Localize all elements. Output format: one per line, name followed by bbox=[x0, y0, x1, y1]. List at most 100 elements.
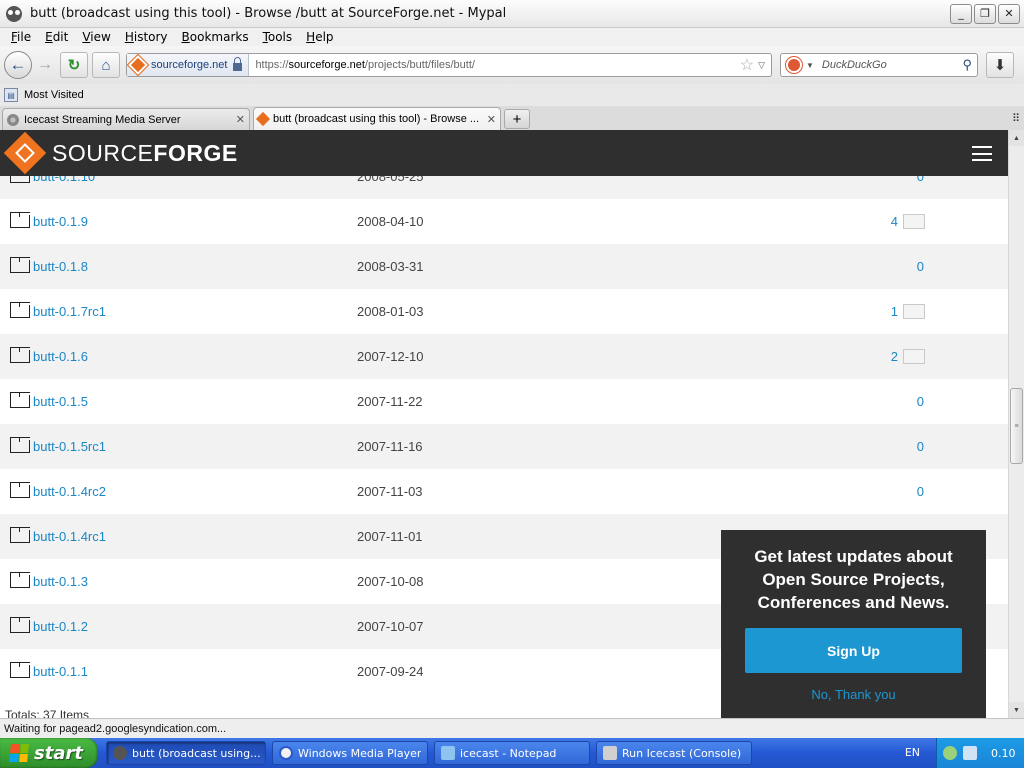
folder-link[interactable]: butt-0.1.3 bbox=[33, 574, 88, 589]
folder-link[interactable]: butt-0.1.6 bbox=[33, 349, 88, 364]
download-count[interactable]: 0 bbox=[917, 259, 924, 274]
menu-help[interactable]: Help bbox=[299, 30, 340, 44]
folder-date: 2007-11-01 bbox=[357, 529, 423, 544]
back-button[interactable]: ← bbox=[4, 51, 32, 79]
folder-link[interactable]: butt-0.1.4rc1 bbox=[33, 529, 106, 544]
identity-label: sourceforge.net bbox=[151, 59, 228, 71]
scroll-down-icon[interactable]: ▼ bbox=[1009, 702, 1024, 718]
url-scheme: https:// bbox=[255, 59, 289, 71]
folder-icon bbox=[10, 257, 30, 273]
url-bar[interactable]: sourceforge.net https://sourceforge.net/… bbox=[126, 53, 772, 77]
search-bar[interactable]: ▼ DuckDuckGo ⚲ bbox=[780, 53, 978, 77]
scrollbar-thumb[interactable]: ≡ bbox=[1010, 388, 1023, 464]
no-thank-you-link[interactable]: No, Thank you bbox=[721, 687, 986, 702]
minimize-button[interactable]: _ bbox=[950, 3, 972, 24]
new-tab-button[interactable]: + bbox=[504, 109, 530, 129]
tab-butt-sourceforge[interactable]: butt (broadcast using this tool) - Brows… bbox=[253, 107, 501, 130]
language-indicator[interactable]: EN bbox=[905, 746, 920, 759]
mypal-taskbar-icon bbox=[113, 746, 127, 760]
home-button[interactable]: ⌂ bbox=[92, 52, 120, 78]
tab-strip: Icecast Streaming Media Server ✕ butt (b… bbox=[0, 106, 1024, 130]
folder-date: 2007-12-10 bbox=[357, 349, 424, 364]
download-count[interactable]: 2 bbox=[891, 349, 898, 364]
sign-up-button[interactable]: Sign Up bbox=[745, 628, 962, 673]
search-input[interactable]: DuckDuckGo bbox=[822, 59, 963, 71]
url-input[interactable]: https://sourceforge.net/projects/butt/fi… bbox=[255, 59, 739, 71]
url-path: /projects/butt/files/butt/ bbox=[364, 59, 475, 71]
search-icon[interactable]: ⚲ bbox=[962, 57, 972, 73]
folder-date: 2008-04-10 bbox=[357, 214, 424, 229]
status-bar: Waiting for pagead2.googlesyndication.co… bbox=[0, 718, 1024, 738]
search-engine-dropdown-icon[interactable]: ▼ bbox=[806, 61, 814, 70]
folder-link[interactable]: butt-0.1.1 bbox=[33, 664, 88, 679]
popup-line: Conferences and News. bbox=[757, 593, 950, 612]
download-count[interactable]: 1 bbox=[891, 304, 898, 319]
title-bar: butt (broadcast using this tool) - Brows… bbox=[0, 0, 1024, 28]
help-tray-icon[interactable] bbox=[943, 746, 957, 760]
totals-text: Totals: 37 Items bbox=[5, 708, 90, 718]
mypal-app-icon bbox=[6, 5, 22, 22]
maximize-button[interactable]: ❐ bbox=[974, 3, 996, 24]
file-row: butt-0.1.4rc2 2007-11-03 0 bbox=[0, 469, 1008, 514]
menu-file[interactable]: File bbox=[4, 30, 38, 44]
taskbar-item-console[interactable]: Run Icecast (Console) bbox=[596, 741, 752, 765]
url-history-dropdown-icon[interactable]: ▽ bbox=[758, 60, 765, 71]
folder-link[interactable]: butt-0.1.4rc2 bbox=[33, 484, 106, 499]
task-label: butt (broadcast using... bbox=[132, 746, 261, 760]
taskbar-item-browser[interactable]: butt (broadcast using... bbox=[106, 741, 266, 765]
folder-date: 2007-11-03 bbox=[357, 484, 423, 499]
vertical-scrollbar[interactable]: ▲ ≡ ▼ bbox=[1008, 130, 1024, 718]
download-count[interactable]: 0 bbox=[917, 484, 924, 499]
folder-link[interactable]: butt-0.1.8 bbox=[33, 259, 88, 274]
hamburger-menu-icon[interactable] bbox=[972, 146, 992, 161]
window-title: butt (broadcast using this tool) - Brows… bbox=[30, 6, 507, 21]
site-identity-button[interactable]: sourceforge.net bbox=[126, 53, 250, 77]
folder-date: 2007-10-07 bbox=[357, 619, 424, 634]
sourceforge-favicon-icon bbox=[126, 53, 150, 77]
network-tray-icon[interactable] bbox=[963, 746, 977, 760]
bookmark-star-icon[interactable]: ☆ bbox=[740, 55, 754, 75]
taskbar-item-media-player[interactable]: Windows Media Player bbox=[272, 741, 428, 765]
folder-link[interactable]: butt-0.1.9 bbox=[33, 214, 88, 229]
reload-button[interactable]: ↻ bbox=[60, 52, 88, 78]
duckduckgo-icon[interactable] bbox=[785, 56, 803, 74]
task-label: Windows Media Player bbox=[298, 746, 422, 760]
sourceforge-tab-icon bbox=[255, 111, 271, 127]
tab-close-icon[interactable]: ✕ bbox=[487, 113, 496, 126]
folder-link[interactable]: butt-0.1.5rc1 bbox=[33, 439, 106, 454]
sourceforge-logo-icon[interactable] bbox=[3, 131, 47, 175]
bookmark-most-visited[interactable]: Most Visited bbox=[24, 89, 84, 101]
forward-button[interactable]: → bbox=[34, 54, 56, 76]
tab-list-icon[interactable]: ⠿ bbox=[1012, 112, 1020, 125]
popup-message: Get latest updates about Open Source Pro… bbox=[721, 545, 986, 614]
sourceforge-wordmark[interactable]: SOURCEFORGE bbox=[52, 140, 238, 167]
media-player-icon bbox=[279, 746, 293, 760]
tab-close-icon[interactable]: ✕ bbox=[236, 113, 245, 126]
folder-icon bbox=[10, 392, 30, 408]
menu-edit[interactable]: Edit bbox=[38, 30, 75, 44]
menu-bookmarks[interactable]: Bookmarks bbox=[175, 30, 256, 44]
folder-icon bbox=[10, 572, 30, 588]
download-count[interactable]: 0 bbox=[917, 439, 924, 454]
folder-link[interactable]: butt-0.1.7rc1 bbox=[33, 304, 106, 319]
folder-icon bbox=[10, 302, 30, 318]
folder-icon bbox=[10, 212, 30, 228]
scroll-up-icon[interactable]: ▲ bbox=[1009, 130, 1024, 146]
menu-view[interactable]: View bbox=[75, 30, 117, 44]
download-count[interactable]: 4 bbox=[891, 214, 898, 229]
downloads-button[interactable]: ⬇ bbox=[986, 52, 1014, 78]
taskbar-item-notepad[interactable]: icecast - Notepad bbox=[434, 741, 590, 765]
menu-history[interactable]: History bbox=[118, 30, 175, 44]
download-count[interactable]: 0 bbox=[917, 394, 924, 409]
tab-icecast[interactable]: Icecast Streaming Media Server ✕ bbox=[2, 108, 250, 130]
folder-link[interactable]: butt-0.1.5 bbox=[33, 394, 88, 409]
folder-date: 2008-03-31 bbox=[357, 259, 424, 274]
start-button[interactable]: start bbox=[0, 738, 98, 768]
tab-label: Icecast Streaming Media Server bbox=[24, 113, 181, 126]
popup-line: Open Source Projects, bbox=[762, 570, 945, 589]
sourceforge-header: SOURCEFORGE bbox=[0, 130, 1008, 176]
menu-tools[interactable]: Tools bbox=[256, 30, 300, 44]
popup-line: Get latest updates about bbox=[754, 547, 953, 566]
folder-link[interactable]: butt-0.1.2 bbox=[33, 619, 88, 634]
close-button[interactable]: ✕ bbox=[998, 3, 1020, 24]
